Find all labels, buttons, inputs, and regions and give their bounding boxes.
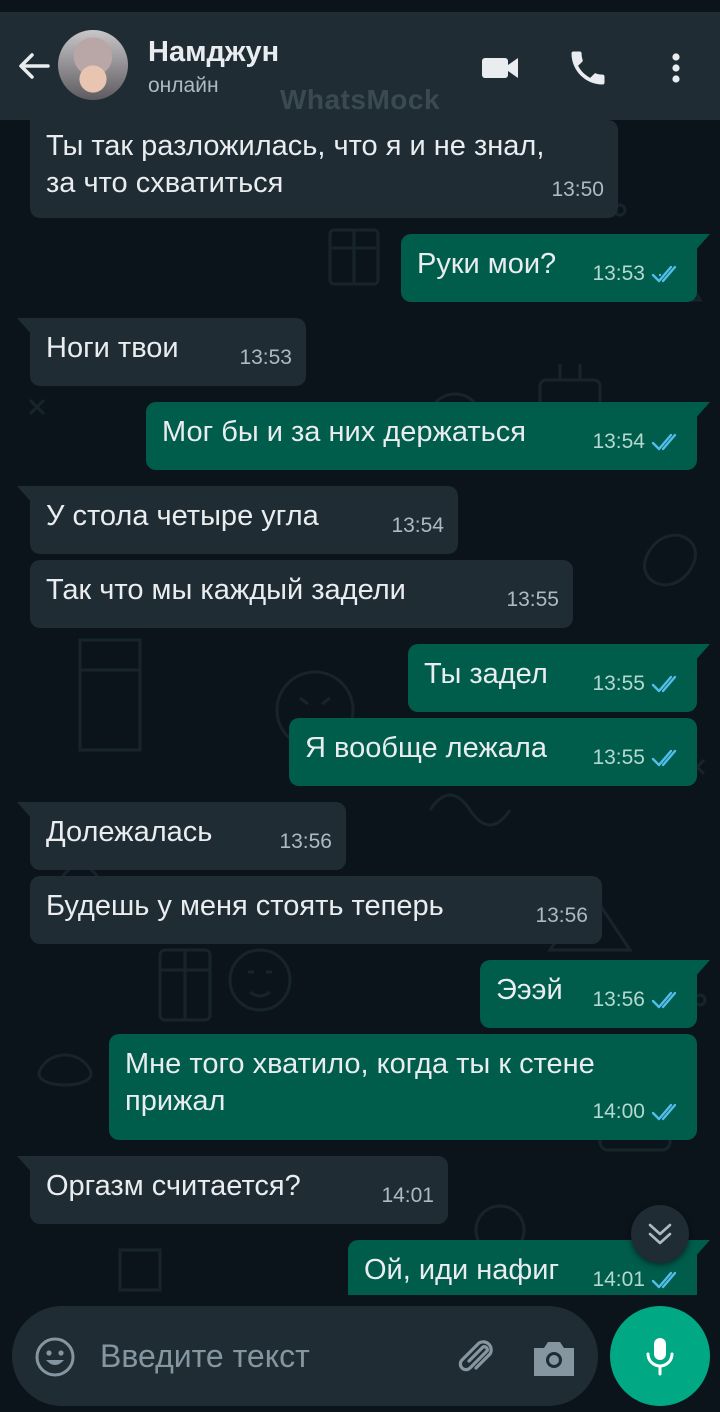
camera-icon: [534, 1342, 574, 1376]
bubble-tail: [17, 1156, 33, 1174]
message-text: Будешь у меня стоять теперь: [46, 890, 444, 922]
voice-record-button[interactable]: [610, 1306, 710, 1406]
back-button[interactable]: [14, 46, 54, 86]
message-meta: 13:55: [592, 665, 683, 702]
read-receipt-icon: [651, 433, 677, 450]
read-receipt-icon: [651, 675, 677, 692]
read-receipt-icon: [651, 991, 677, 1008]
message-time: 14:00: [592, 1100, 645, 1123]
message-meta: 14:01: [381, 1177, 434, 1214]
message-meta: 13:53: [239, 339, 292, 376]
message-meta: 13:56: [592, 981, 683, 1018]
message-meta: 13:53: [592, 255, 683, 292]
message-meta: 13:56: [535, 897, 588, 934]
message-time: 13:55: [506, 588, 559, 611]
message-meta: 13:54: [592, 423, 683, 460]
read-receipt-icon: [651, 749, 677, 766]
message-time: 13:55: [592, 746, 645, 769]
message-bubble-outgoing[interactable]: Мог бы и за них держаться 13:54: [146, 402, 710, 470]
message-bubble-incoming[interactable]: Так что мы каждый задели 13:55: [30, 560, 573, 628]
emoji-icon: [35, 1337, 75, 1377]
attach-icon: [458, 1340, 493, 1372]
emoji-button[interactable]: [34, 1336, 76, 1378]
message-time: 13:50: [551, 178, 604, 201]
contact-name[interactable]: Намджун: [148, 36, 279, 69]
message-time: 13:56: [592, 988, 645, 1011]
message-text: Так что мы каждый задели: [46, 574, 406, 606]
message-text: Ты так разложилась, что я и не знал, за …: [46, 130, 545, 199]
scroll-to-bottom-button[interactable]: [631, 1205, 689, 1263]
message-bubble-incoming[interactable]: Будешь у меня стоять теперь 13:56: [30, 876, 602, 944]
message-meta: 13:56: [279, 823, 332, 860]
back-arrow-icon: [19, 53, 50, 79]
bubble-tail: [694, 402, 710, 420]
message-time: 13:54: [391, 514, 444, 537]
mic-icon: [646, 1338, 674, 1376]
watermark: WhatsMock: [279, 84, 441, 115]
message-bubble-outgoing[interactable]: Мне того хватило, когда ты к стене прижа…: [109, 1034, 697, 1140]
bubble-tail: [17, 802, 33, 820]
camera-button[interactable]: [530, 1336, 578, 1380]
message-bubble-incoming[interactable]: Ты так разложилась, что я и не знал, за …: [30, 120, 618, 218]
message-composer: Введите текст: [12, 1306, 598, 1406]
message-time: 13:54: [592, 430, 645, 453]
read-receipt-icon: [651, 265, 677, 282]
message-bubble-outgoing[interactable]: Ты задел 13:55: [408, 644, 710, 712]
message-bubble-outgoing[interactable]: Эээй 13:56: [480, 960, 710, 1028]
message-time: 14:01: [592, 1268, 645, 1291]
message-time: 13:55: [592, 672, 645, 695]
read-receipt-icon: [651, 1103, 677, 1120]
attach-button[interactable]: [452, 1334, 500, 1382]
message-text: У стола четыре угла: [46, 500, 319, 532]
message-meta: 13:50: [551, 171, 604, 208]
bubble-tail: [694, 234, 710, 252]
message-meta: 13:55: [592, 739, 683, 776]
message-bubble-outgoing[interactable]: Я вообще лежала 13:55: [289, 718, 697, 786]
bubble-tail: [17, 318, 33, 336]
chat-area[interactable]: Ты так разложилась, что я и не знал, за …: [0, 120, 720, 1295]
message-meta: 14:00: [592, 1093, 683, 1130]
message-bubble-incoming[interactable]: Долежалась 13:56: [17, 802, 346, 870]
message-meta: 13:55: [506, 581, 559, 618]
message-bubble-outgoing[interactable]: Руки мои? 13:53: [401, 234, 710, 302]
message-text: Оргазм считается?: [46, 1170, 301, 1202]
message-time: 13:56: [535, 904, 588, 927]
double-chevron-down-icon: [648, 1223, 672, 1245]
message-bubble-incoming[interactable]: У стола четыре угла 13:54: [17, 486, 458, 554]
message-input[interactable]: Введите текст: [100, 1338, 310, 1375]
bubble-tail: [694, 644, 710, 662]
message-time: 13:56: [279, 830, 332, 853]
message-meta: 14:01: [592, 1261, 683, 1295]
bubble-tail: [17, 486, 33, 504]
read-receipt-icon: [651, 1271, 677, 1288]
bubble-tail: [694, 1240, 710, 1258]
message-meta: 13:54: [391, 507, 444, 544]
bubble-tail: [694, 960, 710, 978]
message-bubble-incoming[interactable]: Оргазм считается? 14:01: [17, 1156, 448, 1224]
message-time: 13:53: [592, 262, 645, 285]
status-bar: [0, 0, 720, 12]
message-time: 13:53: [239, 346, 292, 369]
message-time: 14:01: [381, 1184, 434, 1207]
message-bubble-incoming[interactable]: Ноги твои 13:53: [17, 318, 306, 386]
